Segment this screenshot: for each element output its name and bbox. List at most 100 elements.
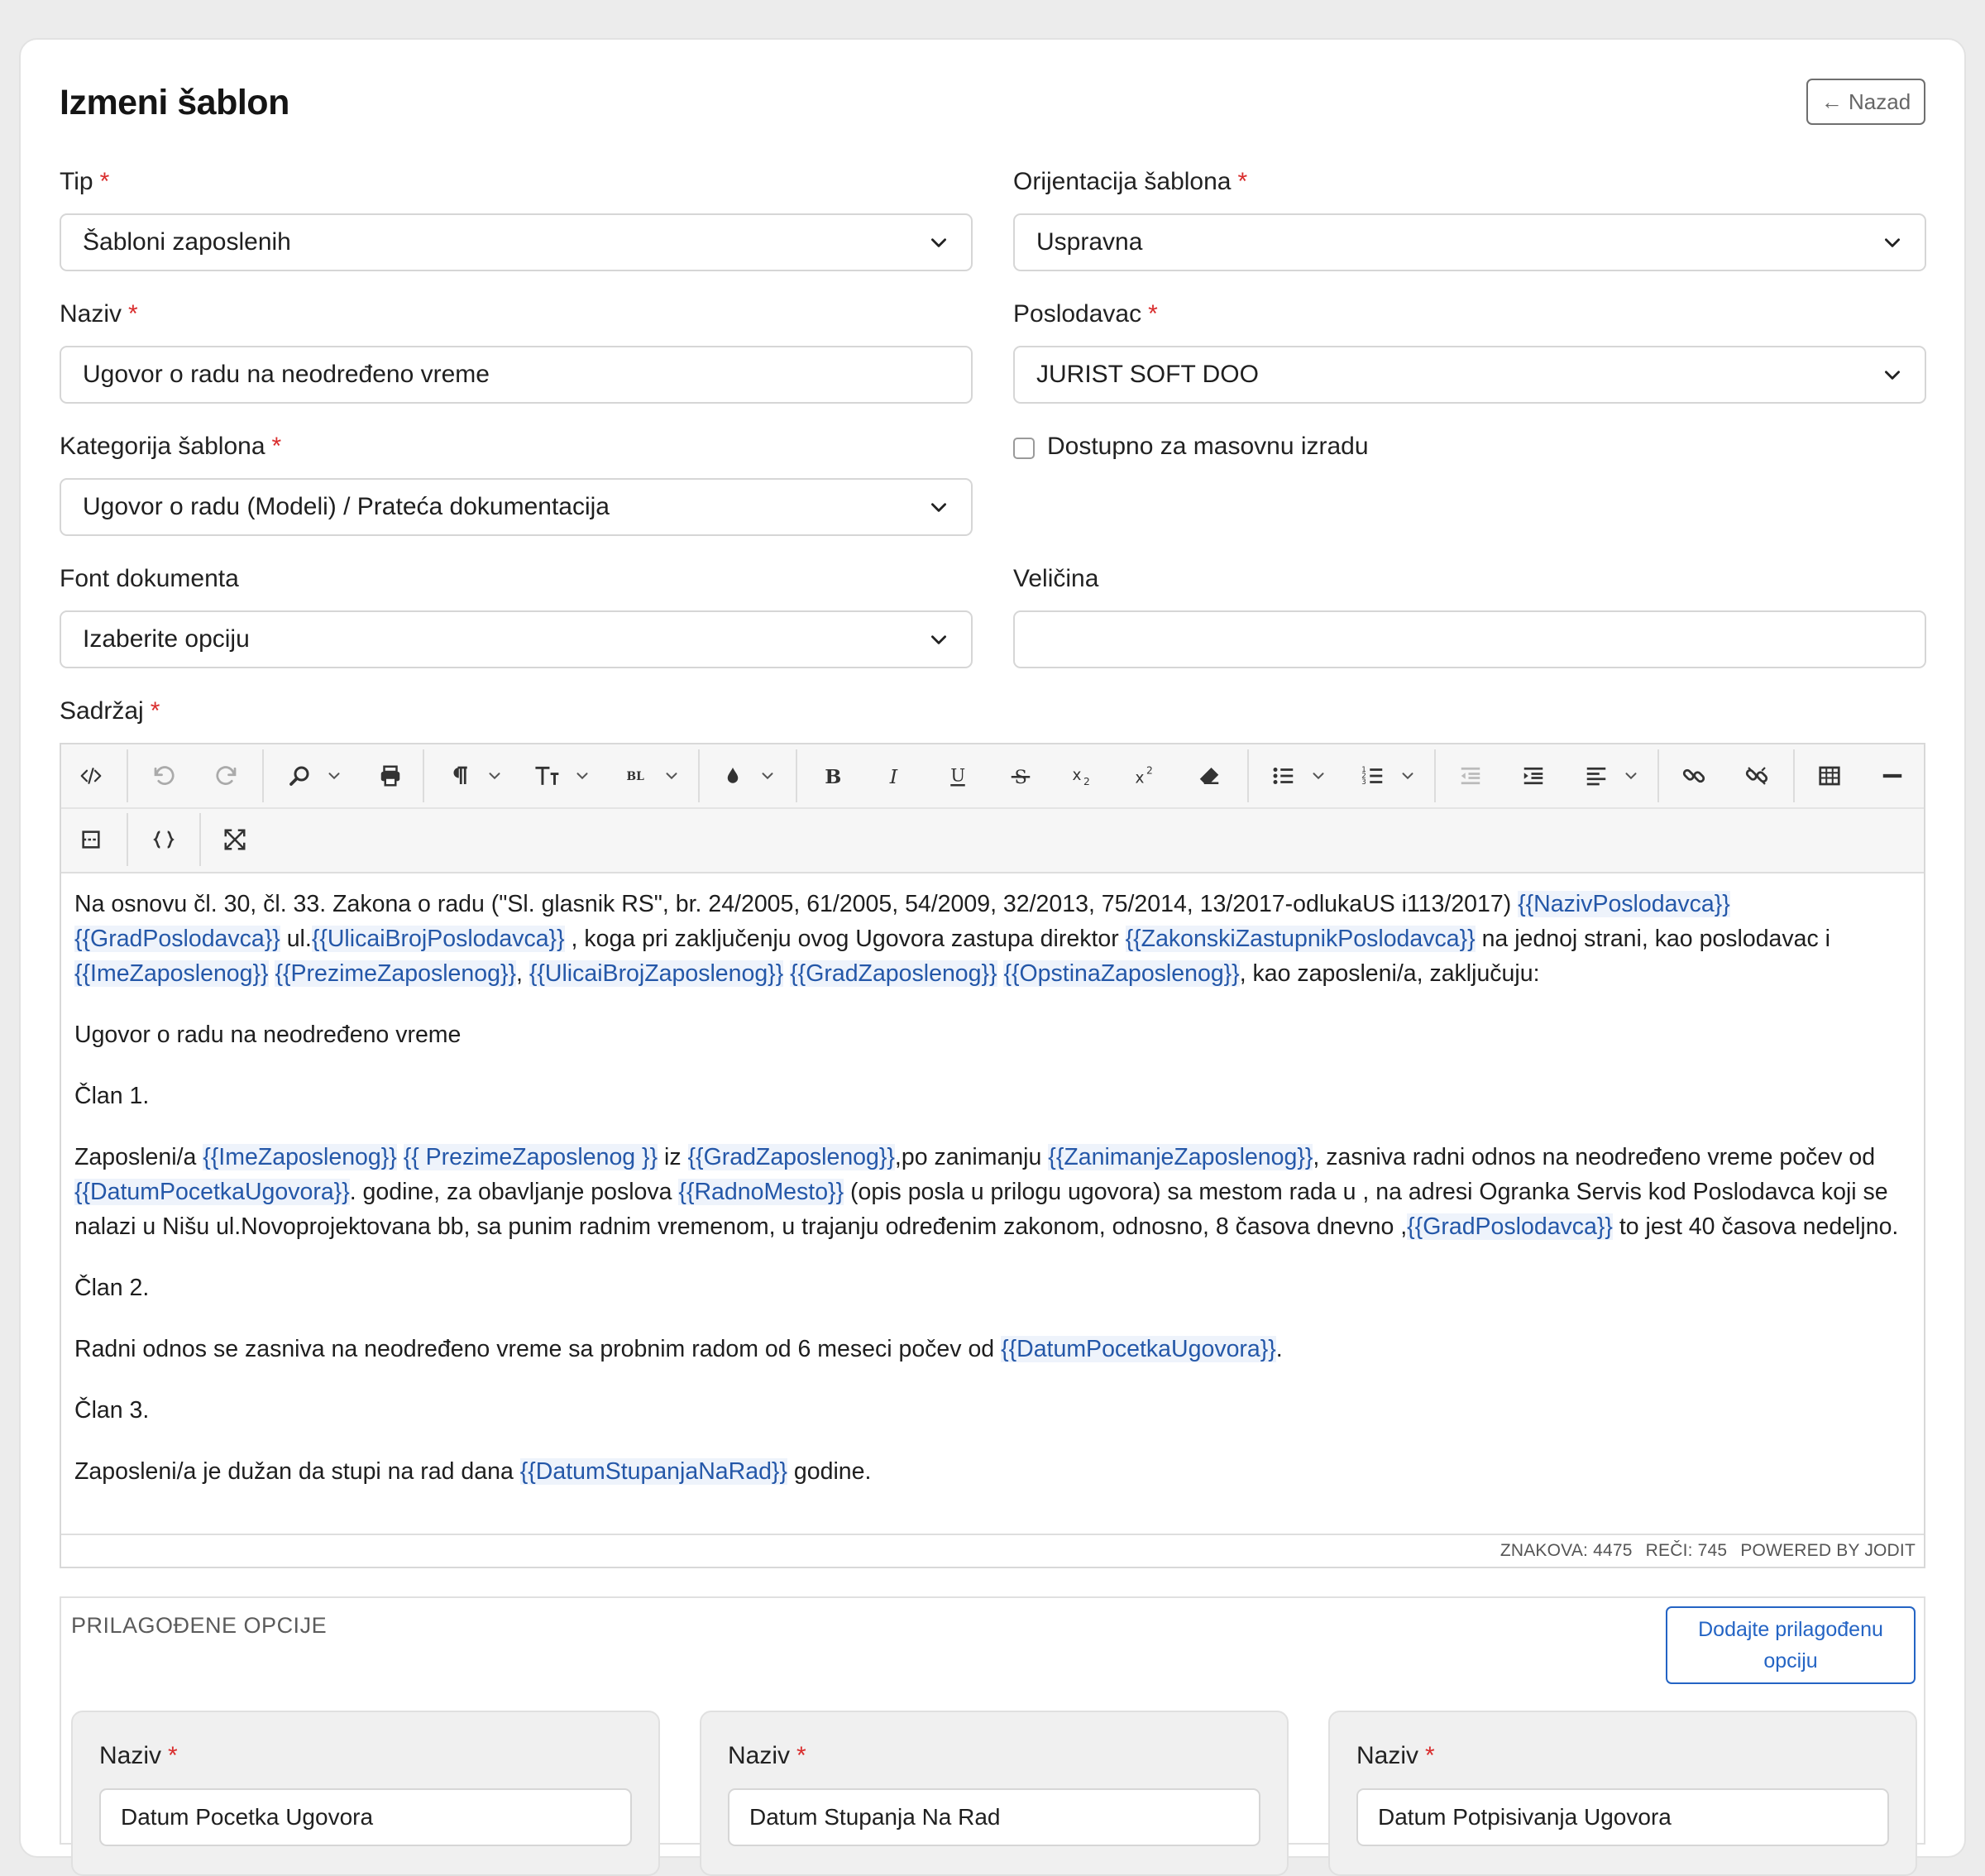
chevron-down-icon: [931, 503, 946, 512]
font-family-icon[interactable]: BL: [615, 754, 658, 797]
custom-option-name-input[interactable]: Datum Potpisivanja Ugovora: [1356, 1788, 1889, 1846]
variable-tag: {{ImeZaposlenog}}: [203, 1144, 397, 1170]
variable-tag: {{DatumPocetkaUgovora}}: [74, 1179, 350, 1205]
subscript-icon[interactable]: x2: [1062, 754, 1105, 797]
chevron-down-icon[interactable]: [1396, 754, 1419, 797]
variable-tag: {{DatumStupanjaNaRad}}: [519, 1458, 787, 1485]
variable-tag: {{GradZaposlenog}}: [790, 960, 997, 987]
svg-text:3: 3: [1361, 778, 1366, 787]
font-size-icon[interactable]: [526, 754, 569, 797]
svg-text:x: x: [1072, 767, 1081, 784]
link-icon[interactable]: [1672, 754, 1715, 797]
naziv-input[interactable]: Ugovor o radu na neodređeno vreme: [60, 346, 973, 404]
category-select-value: Ugovor o radu (Modeli) / Prateća dokumen…: [83, 493, 610, 520]
page-break-icon[interactable]: [69, 818, 112, 861]
orientation-select[interactable]: Uspravna: [1013, 213, 1926, 271]
orientation-select-value: Uspravna: [1036, 228, 1143, 256]
chevron-down-icon[interactable]: [483, 754, 506, 797]
content-label: Sadržaj *: [60, 697, 160, 725]
redo-icon[interactable]: [205, 754, 248, 797]
chevron-down-icon[interactable]: [1619, 754, 1643, 797]
employer-label: Poslodavac *: [1013, 300, 1158, 328]
bulk-creation-checkbox[interactable]: [1013, 438, 1035, 459]
variable-tag: {{RadnoMesto}}: [678, 1179, 844, 1205]
variable-tag: {{DatumPocetkaUgovora}}: [1001, 1336, 1276, 1362]
category-label: Kategorija šablona *: [60, 433, 282, 460]
variable-tag: {{GradZaposlenog}}: [687, 1144, 895, 1170]
align-icon[interactable]: [1575, 754, 1618, 797]
variable-tag: {{GradPoslodavca}}: [74, 926, 280, 952]
font-select[interactable]: Izaberite opciju: [60, 610, 973, 668]
content-article-title: Član 2.: [74, 1275, 150, 1301]
category-select[interactable]: Ugovor o radu (Modeli) / Prateća dokumen…: [60, 478, 973, 536]
indent-icon[interactable]: [1512, 754, 1555, 797]
svg-text:B: B: [825, 765, 841, 788]
employer-select-value: JURIST SOFT DOO: [1036, 361, 1259, 388]
naziv-label: Naziv *: [60, 300, 138, 328]
chevron-down-icon: [1885, 238, 1900, 247]
chevron-down-icon[interactable]: [323, 754, 346, 797]
custom-option-card: Naziv * Datum Stupanja Na Rad: [700, 1711, 1289, 1876]
chevron-down-icon[interactable]: [571, 754, 594, 797]
custom-option-name-input[interactable]: Datum Pocetka Ugovora: [99, 1788, 632, 1846]
font-select-value: Izaberite opciju: [83, 625, 250, 653]
table-icon[interactable]: [1808, 754, 1851, 797]
orientation-label: Orijentacija šablona *: [1013, 168, 1248, 195]
fullscreen-icon[interactable]: [213, 818, 256, 861]
editor-content[interactable]: Na osnovu čl. 30, čl. 33. Zakona o radu …: [61, 872, 1924, 1534]
custom-option-card: Naziv * Datum Potpisivanja Ugovora: [1328, 1711, 1917, 1876]
svg-text:2: 2: [1083, 776, 1090, 787]
variable-tag: {{PrezimeZaposlenog}}: [275, 960, 516, 987]
editor-statusbar: ZNAKOVA: 4475 REČI: 745 POWERED BY JODIT: [61, 1534, 1924, 1567]
custom-option-name-input[interactable]: Datum Stupanja Na Rad: [728, 1788, 1260, 1846]
size-input[interactable]: [1013, 610, 1926, 668]
employer-select[interactable]: JURIST SOFT DOO: [1013, 346, 1926, 404]
chevron-down-icon: [1885, 371, 1900, 380]
editor-toolbar: BL B I U S x 2 x 2 1 2 3: [61, 744, 1924, 873]
italic-icon[interactable]: I: [873, 754, 916, 797]
rich-text-editor: BL B I U S x 2 x 2 1 2 3 Na osnovu čl. 3…: [60, 743, 1925, 1568]
custom-option-card: Naziv * Datum Pocetka Ugovora: [71, 1711, 660, 1876]
underline-icon[interactable]: U: [936, 754, 979, 797]
variables-icon[interactable]: [142, 818, 185, 861]
paragraph-icon[interactable]: [438, 754, 481, 797]
variable-tag: {{GradPoslodavca}}: [1407, 1213, 1613, 1240]
print-icon[interactable]: [369, 754, 412, 797]
bold-icon[interactable]: B: [811, 754, 854, 797]
chevron-down-icon[interactable]: [1307, 754, 1330, 797]
add-custom-option-button[interactable]: Dodajte prilagođenu opciju: [1666, 1606, 1916, 1684]
horizontal-rule-icon[interactable]: [1871, 754, 1914, 797]
unlink-icon[interactable]: [1735, 754, 1778, 797]
chevron-down-icon: [931, 238, 946, 247]
search-icon[interactable]: [278, 754, 321, 797]
bullet-list-icon[interactable]: [1262, 754, 1305, 797]
tip-select-value: Šabloni zaposlenih: [83, 228, 291, 256]
bulk-creation-label: Dostupno za masovnu izradu: [1047, 433, 1369, 460]
chevron-down-icon: [931, 635, 946, 644]
undo-icon[interactable]: [142, 754, 185, 797]
custom-option-label: Naziv *: [728, 1742, 806, 1769]
naziv-input-value: Ugovor o radu na neodređeno vreme: [83, 361, 490, 388]
size-label: Veličina: [1013, 565, 1099, 592]
variable-tag: {{NazivPoslodavca}}: [1518, 891, 1730, 917]
back-button[interactable]: ← Nazad: [1806, 79, 1925, 125]
text-color-icon[interactable]: [711, 754, 754, 797]
content-article-title: Član 3.: [74, 1397, 150, 1424]
numbered-list-icon[interactable]: 123: [1351, 754, 1394, 797]
eraser-icon[interactable]: [1188, 754, 1231, 797]
tip-select[interactable]: Šabloni zaposlenih: [60, 213, 973, 271]
strikethrough-icon[interactable]: S: [999, 754, 1042, 797]
content-heading: Ugovor o radu na neodređeno vreme: [74, 1022, 462, 1048]
content-paragraph: Zaposleni/a {{ImeZaposlenog}} {{ Prezime…: [74, 1144, 1899, 1240]
content-paragraph: Na osnovu čl. 30, čl. 33. Zakona o radu …: [74, 891, 1831, 987]
custom-option-label: Naziv *: [99, 1742, 178, 1769]
superscript-icon[interactable]: x2: [1125, 754, 1168, 797]
chevron-down-icon[interactable]: [660, 754, 683, 797]
outdent-icon[interactable]: [1449, 754, 1492, 797]
chevron-down-icon[interactable]: [756, 754, 779, 797]
custom-options-title: PRILAGOĐENE OPCIJE: [71, 1613, 328, 1638]
char-count: ZNAKOVA: 4475: [1500, 1541, 1633, 1560]
back-button-label: ← Nazad: [1820, 89, 1911, 114]
source-code-icon[interactable]: [69, 754, 112, 797]
svg-text:2: 2: [1146, 765, 1153, 777]
